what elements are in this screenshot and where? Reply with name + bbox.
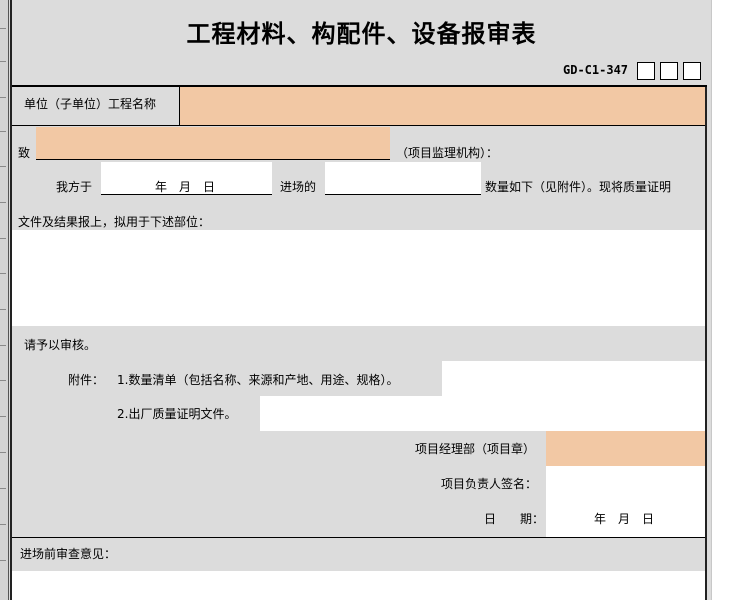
code-box-3[interactable] [683,62,701,80]
form-code: GD-C1-347 [563,63,629,77]
entry-date-text: 年 月 日 [155,180,216,194]
pre-review-area[interactable] [12,571,705,600]
dept-stamp-field[interactable] [546,431,705,466]
supervisor-name-field[interactable] [36,127,390,159]
attach-label: 附件： [68,373,105,387]
attach-item-1: 1.数量清单（包括名称、来源和产地、用途、规格）。 [117,373,399,387]
entry-date-underline [101,194,272,195]
sign-label: 项目负责人签名： [441,477,538,491]
quantity-text: 数量如下（见附件）。现将质量证明 [485,180,672,194]
supervisor-label: （项目监理机构）： [396,146,499,160]
pre-review-label: 进场前审查意见： [20,547,117,561]
code-box-1[interactable] [637,62,655,80]
review-request: 请予以审核。 [24,338,97,352]
form-title: 工程材料、构配件、设备报审表 [186,20,537,48]
right-gutter [711,0,729,600]
to-label: 致 [18,146,31,160]
row1-bottom-border [12,125,705,126]
sign-date-text: 年 月 日 [594,512,655,526]
section-divider [12,537,705,538]
attach-2-blank [260,396,705,431]
row-header-rail [0,0,9,600]
location-area[interactable] [12,230,705,326]
we-label: 我方于 [56,180,93,194]
code-box-2[interactable] [660,62,678,80]
date-label: 日 期： [484,512,545,526]
material-underline [325,194,481,195]
docs-text: 文件及结果报上，拟用于下述部位： [18,215,211,229]
signature-field[interactable] [546,466,705,501]
unit-name-label: 单位（子单位）工程名称 [24,97,157,111]
enter-label: 进场的 [280,180,317,194]
dept-label: 项目经理部（项目章） [415,442,536,456]
attach-1-blank [442,361,705,396]
material-field[interactable] [325,162,481,194]
attach-item-2: 2.出厂质量证明文件。 [117,407,237,421]
supervisor-underline [36,159,390,160]
unit-name-field[interactable] [180,87,705,125]
form-right-border [705,85,707,600]
